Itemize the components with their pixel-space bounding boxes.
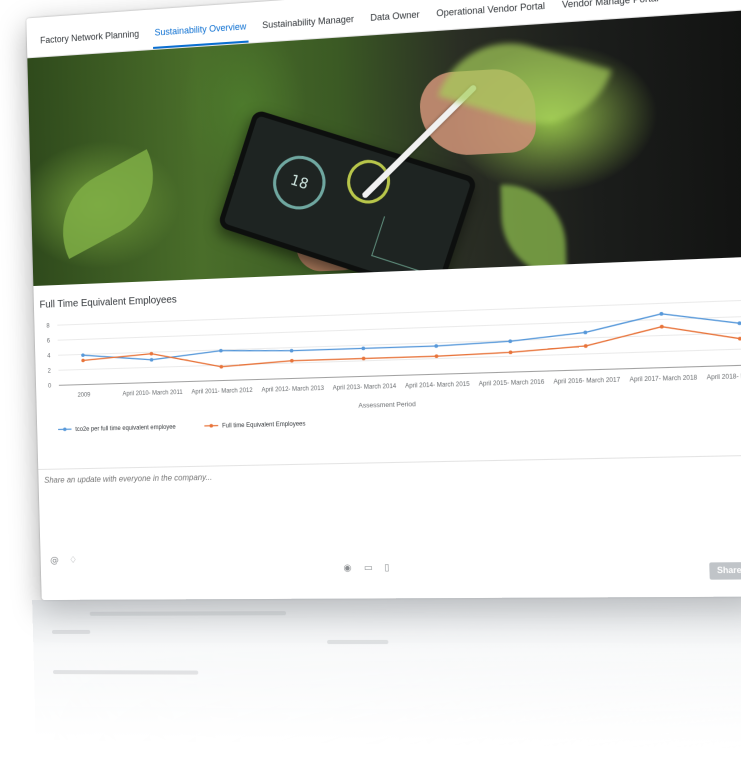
tablet-chart	[371, 216, 443, 275]
reflection-line	[52, 630, 90, 634]
series-line	[83, 324, 741, 371]
x-tick-label: April 2016- March 2017	[553, 377, 620, 385]
x-tick-label: April 2017- March 2018	[629, 375, 698, 383]
y-tick-label: 0	[48, 383, 52, 389]
legend-label: tco2e per full time equivalent employee	[75, 425, 176, 434]
x-tick-label: April 2014- March 2015	[405, 382, 470, 390]
data-point	[509, 350, 513, 354]
leaf-shape	[44, 149, 173, 259]
x-tick-label: April 2018- March 2019	[707, 373, 741, 381]
x-tick-label: 2009	[78, 392, 92, 398]
data-point	[150, 358, 154, 362]
data-point	[362, 357, 366, 361]
tablet-gauge: 18	[266, 149, 332, 216]
reflection-line	[327, 640, 388, 644]
share-button[interactable]: Share	[709, 562, 741, 580]
x-axis-title: Assessment Period	[358, 401, 416, 410]
screenshot-scene: Factory Network Planning Sustainability …	[0, 0, 741, 768]
legend-marker	[63, 427, 67, 431]
data-point	[361, 346, 365, 350]
y-tick-label: 2	[48, 368, 51, 374]
x-tick-label: April 2015- March 2016	[479, 380, 545, 388]
legend-label: Full time Equivalent Employees	[222, 421, 306, 429]
chart-card: Full Time Equivalent Employees 0 2 4 6 8 2009…	[33, 257, 741, 470]
legend-marker	[209, 424, 213, 428]
data-point	[584, 344, 588, 348]
y-tick-label: 8	[46, 323, 50, 329]
data-point	[219, 349, 223, 353]
data-point	[435, 354, 439, 358]
attachment-icon[interactable]: ▯	[384, 563, 389, 573]
data-point	[290, 349, 294, 353]
tablet-gauge-ring	[341, 154, 395, 209]
feed-composer: @ ♢ ◉ ▭ ▯ Share	[38, 456, 741, 600]
x-tick-label: April 2012- March 2013	[261, 386, 324, 394]
gridline	[58, 317, 741, 341]
data-point	[434, 344, 438, 348]
y-tick-label: 6	[47, 338, 51, 344]
data-point	[738, 321, 741, 325]
data-point	[583, 330, 587, 334]
hero-banner-image: 18	[27, 10, 741, 286]
y-tick-label: 4	[47, 353, 51, 359]
app-window: Factory Network Planning Sustainability …	[26, 0, 741, 600]
window-reflection	[32, 597, 741, 749]
data-point	[81, 359, 85, 363]
data-point	[508, 339, 512, 343]
camera-icon[interactable]: ◉	[343, 563, 351, 573]
reflection-line	[53, 670, 198, 675]
x-tick-label: April 2010- March 2011	[122, 390, 183, 398]
tab-data-owner[interactable]: Data Owner	[362, 9, 428, 35]
data-point	[81, 353, 85, 357]
data-point	[290, 359, 294, 363]
gridline	[58, 333, 741, 355]
tag-icon[interactable]: ♢	[69, 556, 77, 566]
x-tick-label: April 2013- March 2014	[333, 384, 397, 392]
video-icon[interactable]: ▭	[364, 563, 373, 573]
reflection-line	[90, 611, 286, 616]
data-point	[660, 325, 664, 329]
line-chart: 0 2 4 6 8 2009 April 2010- March 2011 April 201…	[34, 289, 741, 446]
x-tick-label: April 2011- March 2012	[191, 388, 252, 396]
data-point	[659, 312, 663, 316]
at-icon[interactable]: @	[50, 556, 59, 566]
